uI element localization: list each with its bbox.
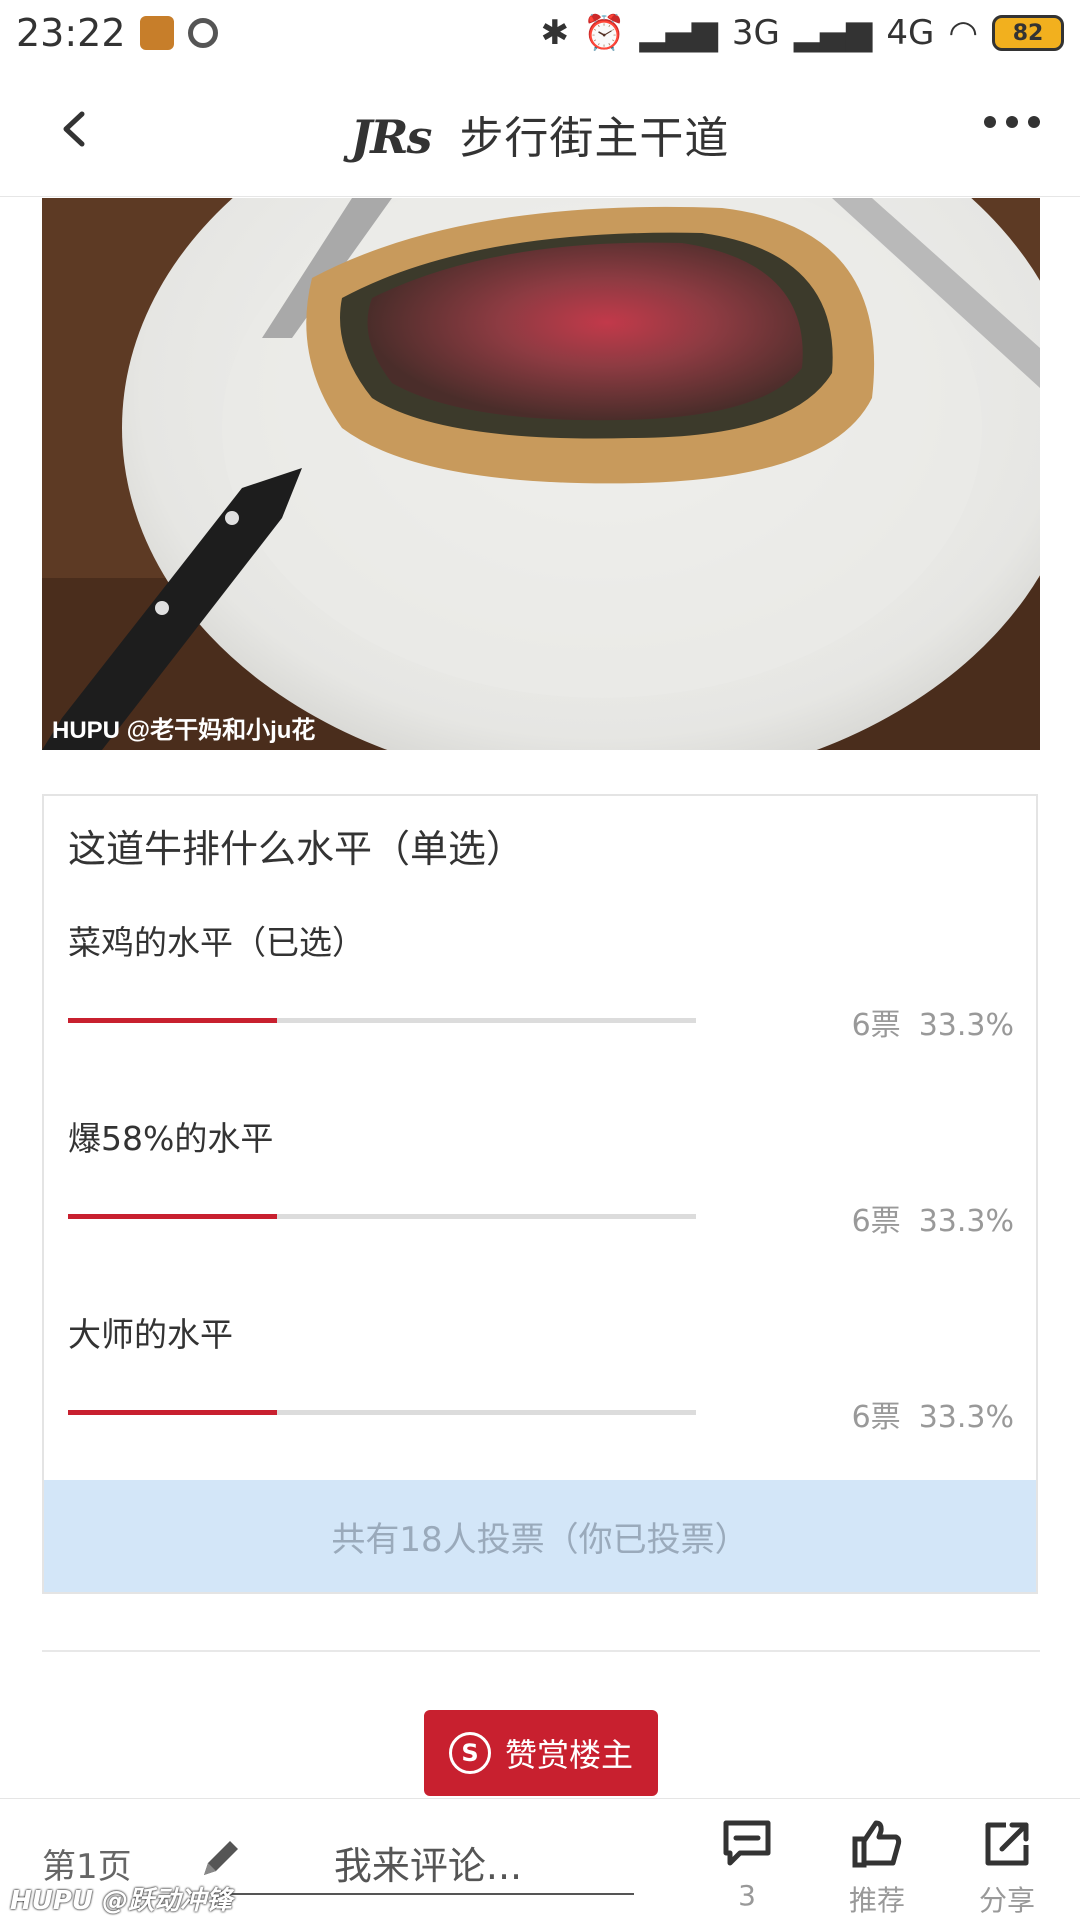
poll-option-votes-2: 6票 — [851, 1204, 901, 1239]
recommend-button[interactable]: 推荐 — [832, 1817, 922, 1919]
coin-icon: S — [448, 1732, 491, 1774]
wifi-icon: ◠ — [948, 13, 978, 53]
poll-option-label-1[interactable]: 菜鸡的水平（已选） — [68, 916, 365, 964]
poll-option-stats-3: 6票 33.3% — [852, 1392, 1014, 1436]
poll-summary: 共有18人投票（你已投票） — [44, 1480, 1036, 1592]
post-image[interactable]: HUPU @老干妈和小ju花 — [42, 198, 1040, 750]
status-time: 23:22 — [16, 11, 126, 55]
share-button[interactable]: 分享 — [962, 1817, 1052, 1919]
network-type-2: 4G — [886, 13, 935, 53]
comment-count: 3 — [738, 1879, 756, 1912]
poll-option-bar-2 — [68, 1214, 696, 1219]
status-bar: 23:22 ✱ ⏰ ▂▄▆ 3G ▂▄▆ 4G ◠ 82 — [0, 0, 1080, 66]
more-options-button[interactable] — [984, 116, 1040, 128]
poll-card: 这道牛排什么水平（单选） 菜鸡的水平（已选） 6票 33.3% 爆58%的水平 6… — [42, 794, 1038, 1594]
poll-option-bar-fill-1 — [68, 1018, 278, 1023]
poll-option-label-2[interactable]: 爆58%的水平 — [68, 1112, 273, 1160]
nav-title: JRs 步行街主干道 — [0, 102, 1080, 166]
more-dots-icon — [984, 116, 996, 128]
comments-button[interactable]: 3 — [702, 1817, 792, 1912]
poll-option-percent-1: 33.3% — [918, 1008, 1014, 1043]
poll-option-percent-3: 33.3% — [918, 1400, 1014, 1435]
poll-option-bar-fill-2 — [68, 1214, 278, 1219]
signal-icon: ▂▄▆ — [639, 13, 718, 53]
watermark: HUPU @跃动冲锋 — [10, 1886, 233, 1916]
poll-option-bar-1 — [68, 1018, 696, 1023]
status-left: 23:22 — [16, 11, 218, 55]
comment-bubble-icon — [723, 1820, 771, 1866]
steak-photo-illustration: HUPU @老干妈和小ju花 — [42, 198, 1040, 750]
poll-title: 这道牛排什么水平（单选） — [68, 827, 525, 871]
poll-option-votes-1: 6票 — [851, 1008, 901, 1043]
photo-caption: HUPU @老干妈和小ju花 — [52, 717, 315, 744]
bluetooth-icon: ✱ — [540, 13, 570, 53]
app-notification-icon — [139, 16, 174, 50]
status-right: ✱ ⏰ ▂▄▆ 3G ▂▄▆ 4G ◠ 82 — [541, 13, 1064, 53]
nav-bar: JRs 步行街主干道 — [0, 66, 1080, 197]
signal-icon-2: ▂▄▆ — [793, 13, 873, 53]
poll-option-bar-fill-3 — [68, 1410, 278, 1415]
page-title: 步行街主干道 — [459, 113, 730, 164]
section-divider — [42, 1650, 1040, 1652]
tip-author-label: 赞赏楼主 — [504, 1736, 633, 1774]
poll-option-stats-1: 6票 33.3% — [852, 1000, 1014, 1044]
share-label: 分享 — [978, 1884, 1035, 1917]
thumbs-up-icon — [852, 1820, 902, 1868]
battery-indicator: 82 — [992, 15, 1064, 51]
network-type-1: 3G — [731, 13, 780, 53]
poll-option-stats-2: 6票 33.3% — [852, 1196, 1014, 1240]
recommend-label: 推荐 — [848, 1884, 905, 1917]
poll-option-percent-2: 33.3% — [918, 1204, 1014, 1239]
poll-option-bar-3 — [68, 1410, 696, 1415]
jrs-logo: JRs — [350, 110, 433, 164]
comment-input[interactable]: 我来评论... — [222, 1831, 634, 1895]
share-icon — [985, 1822, 1029, 1866]
poll-option-votes-3: 6票 — [851, 1400, 901, 1435]
alarm-icon: ⏰ — [583, 13, 626, 53]
poll-option-label-3[interactable]: 大师的水平 — [68, 1308, 233, 1356]
globe-icon — [187, 18, 218, 48]
tip-author-button[interactable]: S 赞赏楼主 — [424, 1710, 658, 1796]
